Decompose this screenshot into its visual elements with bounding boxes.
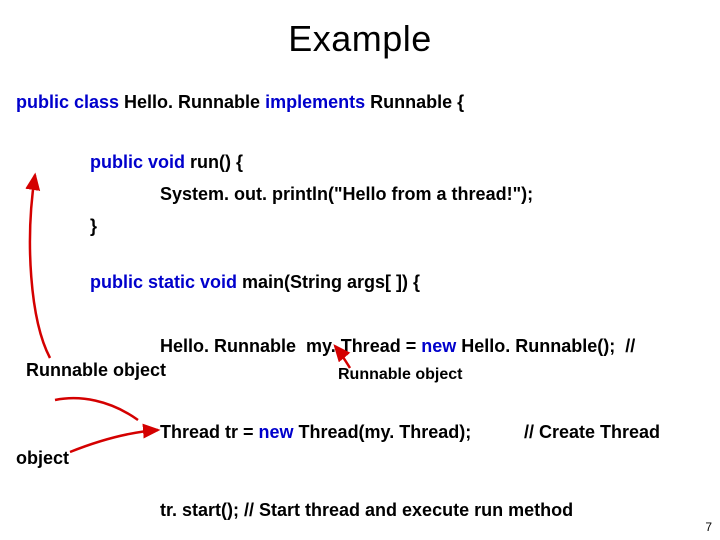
code-l4: } (90, 216, 97, 237)
arrow-runnable-to-run (30, 175, 50, 358)
code-l1: public class Hello. Runnable implements … (16, 92, 464, 113)
code-l2: public void run() { (90, 152, 243, 173)
code-l7a: Runnable object (26, 360, 166, 381)
code-l7b: Runnable object (338, 366, 462, 384)
arrow-scribble (55, 398, 138, 420)
annotation-overlay (0, 0, 720, 540)
code-l5: public static void main(String args[ ]) … (90, 272, 420, 293)
arrow-object-to-thread (70, 430, 158, 452)
slide-title: Example (0, 18, 720, 60)
page-number: 7 (705, 520, 712, 534)
code-l3: System. out. println("Hello from a threa… (160, 184, 533, 205)
code-l8a: Thread tr = new Thread(my. Thread); (160, 422, 471, 443)
slide: Example public class Hello. Runnable imp… (0, 0, 720, 540)
code-l9: object (16, 448, 69, 469)
code-l8b: // Create Thread (524, 422, 660, 443)
code-l10: tr. start(); // Start thread and execute… (160, 500, 573, 521)
code-l6: Hello. Runnable my. Thread = new Hello. … (160, 336, 635, 357)
